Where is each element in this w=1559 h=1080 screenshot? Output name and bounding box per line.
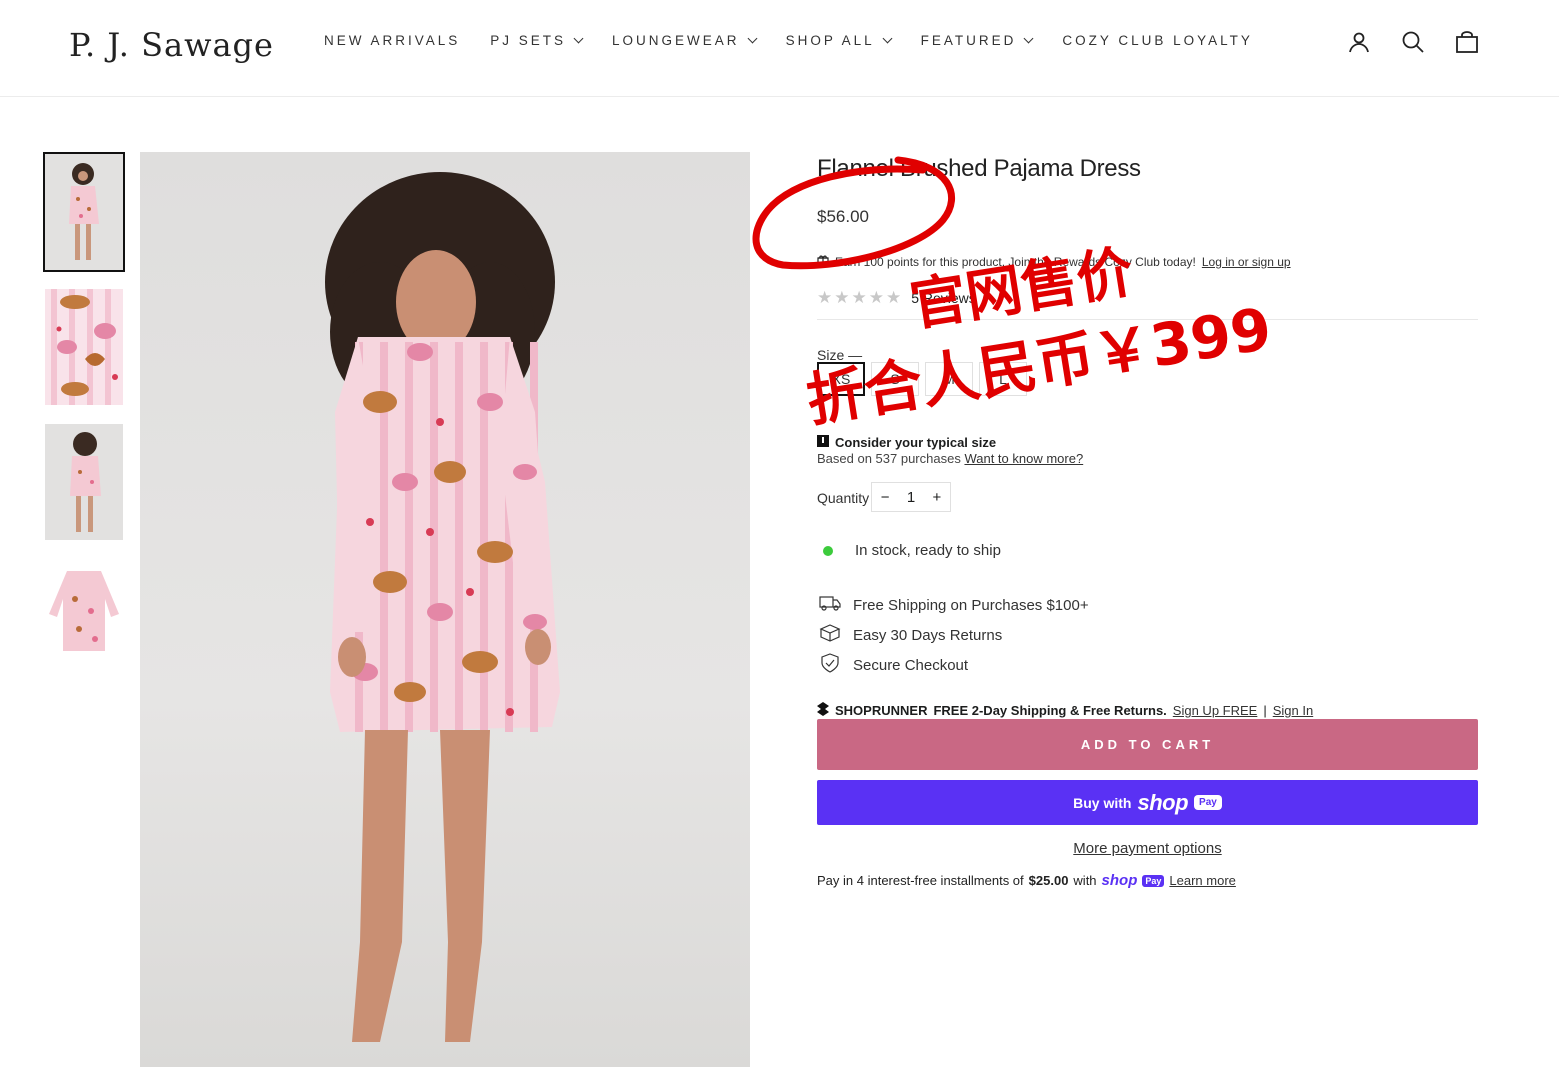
nav-label: NEW ARRIVALS <box>324 33 461 48</box>
brand-logo[interactable]: P. J. Sawage <box>69 26 274 64</box>
quantity-stepper: − 1 + <box>871 482 951 512</box>
quantity-input[interactable]: 1 <box>907 489 915 506</box>
nav-label: SHOP ALL <box>785 33 875 48</box>
perk-item: Secure Checkout <box>819 650 1089 680</box>
fit-icon <box>817 435 829 450</box>
nav-label: FEATURED <box>920 33 1017 48</box>
fit-advice: Consider your typical size <box>817 435 996 450</box>
site-header: P. J. Sawage NEW ARRIVALS PJ SETS LOUNGE… <box>0 0 1559 97</box>
in-stock-dot-icon <box>823 545 833 556</box>
gift-icon <box>817 254 829 269</box>
thumbnail-list <box>43 152 125 694</box>
perk-text: Secure Checkout <box>853 656 969 674</box>
chevron-down-icon <box>882 33 893 44</box>
more-payment-options-link[interactable]: More payment options <box>817 840 1478 857</box>
nav-new-arrivals[interactable]: NEW ARRIVALS <box>324 33 460 48</box>
thumbnail-flat-lay[interactable] <box>45 559 123 675</box>
installments-info: Pay in 4 interest-free installments of $… <box>817 872 1236 889</box>
cart-icon[interactable] <box>1454 28 1480 56</box>
stock-status: In stock, ready to ship <box>823 542 1001 559</box>
thumbnail-model-front[interactable] <box>43 152 125 272</box>
rewards-login-link[interactable]: Log in or sign up <box>1202 255 1291 269</box>
fit-based-text: Based on 537 purchases <box>817 451 961 466</box>
shoprunner-icon <box>817 702 829 719</box>
pay-badge-small: Pay <box>1142 874 1165 887</box>
chevron-down-icon <box>1023 33 1034 44</box>
shoprunner-offer: FREE 2-Day Shipping & Free Returns. <box>933 703 1167 718</box>
truck-icon <box>819 595 841 615</box>
header-icons <box>1346 28 1480 56</box>
learn-more-link[interactable]: Learn more <box>1169 873 1235 888</box>
buy-with-shop-pay-button[interactable]: Buy with shop Pay <box>817 780 1478 825</box>
shoprunner-separator: | <box>1263 703 1267 718</box>
shield-icon <box>819 653 841 677</box>
nav-label: LOUNGEWEAR <box>612 33 740 48</box>
thumbnail-print-closeup[interactable] <box>45 289 123 405</box>
perk-item: Easy 30 Days Returns <box>819 620 1089 650</box>
shoprunner-brand: SHOPRUNNER <box>835 703 928 718</box>
search-icon[interactable] <box>1400 28 1426 56</box>
installments-amount: $25.00 <box>1028 873 1069 888</box>
star-rating-icon: ★★★★★ <box>817 288 904 307</box>
fit-based: Based on 537 purchases Want to know more… <box>817 451 1083 466</box>
quantity-minus-button[interactable]: − <box>881 489 890 506</box>
shoprunner-banner: SHOPRUNNER FREE 2-Day Shipping & Free Re… <box>817 702 1313 719</box>
chevron-down-icon <box>573 33 584 44</box>
nav-featured[interactable]: FEATURED <box>920 33 1034 48</box>
stock-text: In stock, ready to ship <box>855 542 1001 559</box>
buy-with-label: Buy with <box>1073 794 1132 811</box>
fit-title: Consider your typical size <box>835 435 997 450</box>
box-icon <box>819 624 841 646</box>
perk-item: Free Shipping on Purchases $100+ <box>819 590 1089 620</box>
product-price: $56.00 <box>817 207 869 226</box>
thumbnail-model-back[interactable] <box>45 424 123 540</box>
nav-loungewear[interactable]: LOUNGEWEAR <box>612 33 758 48</box>
nav-label: COZY CLUB LOYALTY <box>1062 33 1253 48</box>
shop-pay-logo: shop <box>1101 872 1138 889</box>
account-icon[interactable] <box>1346 28 1372 56</box>
shop-logo: shop <box>1137 789 1189 815</box>
shoprunner-signup-link[interactable]: Sign Up FREE <box>1173 703 1258 718</box>
installments-with: with <box>1073 873 1097 888</box>
nav-shop-all[interactable]: SHOP ALL <box>785 33 893 48</box>
add-to-cart-button[interactable]: ADD TO CART <box>817 719 1478 770</box>
pay-badge: Pay <box>1194 795 1222 810</box>
perk-text: Easy 30 Days Returns <box>853 626 1003 644</box>
nav-label: PJ SETS <box>490 33 567 48</box>
nav-cozy-club-loyalty[interactable]: COZY CLUB LOYALTY <box>1062 33 1253 48</box>
chevron-down-icon <box>747 33 758 44</box>
shoprunner-signin-link[interactable]: Sign In <box>1273 703 1313 718</box>
nav-pj-sets[interactable]: PJ SETS <box>490 33 584 48</box>
main-nav: NEW ARRIVALS PJ SETS LOUNGEWEAR SHOP ALL… <box>324 33 1283 48</box>
product-title: Flannel Brushed Pajama Dress <box>817 155 1141 182</box>
perk-text: Free Shipping on Purchases $100+ <box>853 596 1089 614</box>
installments-text: Pay in 4 interest-free installments of <box>817 873 1024 888</box>
more-payment-label: More payment options <box>1073 840 1222 857</box>
fit-learn-link[interactable]: Want to know more? <box>964 451 1083 466</box>
perks-list: Free Shipping on Purchases $100+ Easy 30… <box>819 590 1089 680</box>
quantity-label: Quantity <box>817 490 870 506</box>
product-main-image[interactable] <box>140 152 750 1067</box>
quantity-plus-button[interactable]: + <box>933 489 942 506</box>
